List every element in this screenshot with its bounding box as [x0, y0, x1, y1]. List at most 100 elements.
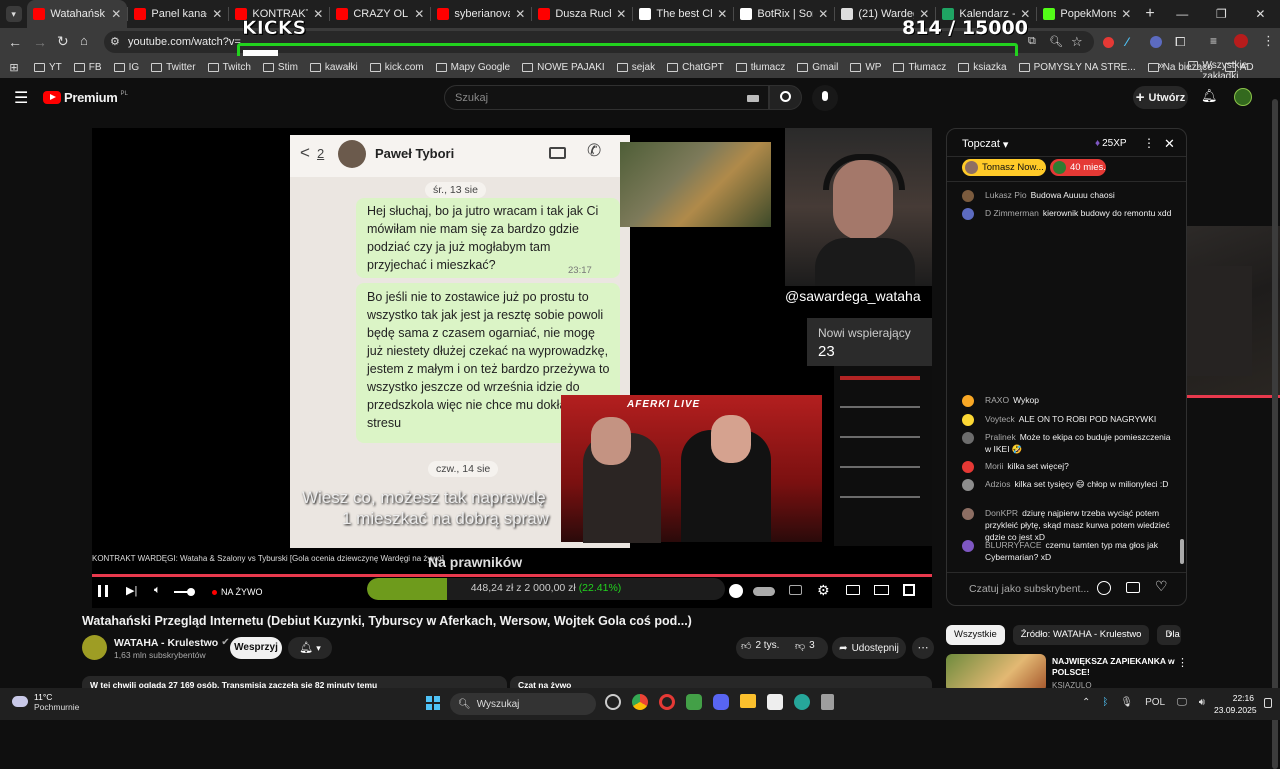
live-indicator[interactable]: NA ŻYWO [212, 587, 263, 597]
bookmark-item[interactable]: POMYSŁY NA STRE... [1013, 62, 1142, 73]
video-player[interactable]: @sawardega_wataha Nowi wspierający 23 < … [92, 128, 932, 608]
account-avatar[interactable] [1234, 88, 1252, 106]
tab-close-icon[interactable]: ✕ [616, 7, 626, 21]
url-text[interactable]: youtube.com/watch?v= [128, 36, 241, 48]
bookmark-star-icon[interactable]: ☆ [1071, 34, 1083, 50]
volume-icon[interactable]: 🔊︎ [1199, 697, 1205, 708]
like-button[interactable]: 👍︎ 2 tys. [741, 640, 779, 652]
bookmark-item[interactable]: Tłumacz [887, 62, 952, 73]
bookmark-item[interactable]: tłumacz [730, 62, 791, 73]
share-button[interactable]: ➦ Udostępnij [832, 637, 906, 659]
filter-chip[interactable]: Wszystkie [946, 625, 1005, 645]
new-tab-button[interactable]: + [1137, 5, 1162, 23]
calculator-icon[interactable] [821, 694, 834, 710]
chat-author-avatar[interactable] [962, 432, 974, 444]
super-chat-icon[interactable] [1126, 582, 1140, 593]
browser-tab[interactable]: PopekMonster✕ [1037, 0, 1137, 28]
shield-icon[interactable] [729, 584, 743, 598]
browser-tab[interactable]: Dusza Ruchac✕ [532, 0, 632, 28]
page-scrollbar[interactable] [1272, 85, 1278, 769]
chat-author-avatar[interactable] [962, 395, 974, 407]
taskbar-search[interactable]: 🔍︎ Wyszukaj [450, 693, 596, 715]
browser-tab[interactable]: Panel kanału -✕ [128, 0, 228, 28]
chat-message[interactable]: Pralinek Może to ekipa co buduje pomieszc… [985, 431, 1175, 455]
video-progress-bar[interactable] [92, 574, 932, 577]
volume-icon[interactable]: 🔈︎ [154, 584, 161, 597]
notifications-icon[interactable] [1264, 698, 1272, 708]
network-icon[interactable]: 🖵︎ [1177, 697, 1187, 708]
settings-gear-icon[interactable]: ⚙ [817, 582, 830, 599]
tab-close-icon[interactable]: ✕ [111, 7, 121, 21]
record-extension-icon[interactable] [1103, 37, 1114, 48]
bookmark-item[interactable]: Twitter [145, 62, 201, 73]
bookmarks-overflow-icon[interactable]: » [1158, 60, 1164, 72]
bookmark-item[interactable]: Gmail [791, 62, 844, 73]
tray-overflow-icon[interactable]: ⌃ [1082, 697, 1090, 708]
notifications-bell-icon[interactable]: 🔔︎ [1201, 88, 1218, 104]
youtube-logo[interactable]: Premium PL [43, 90, 128, 105]
heart-icon[interactable]: ♡ [1155, 578, 1168, 595]
install-app-icon[interactable]: ⧉ [1028, 35, 1036, 48]
bluetooth-icon[interactable]: ᛒ [1102, 697, 1108, 708]
tab-close-icon[interactable]: ✕ [717, 7, 727, 21]
clock[interactable]: 22:16 23.09.2025 [1214, 692, 1257, 716]
bookmark-item[interactable]: kick.com [364, 62, 430, 73]
tab-search-button[interactable]: ▾ [0, 0, 27, 28]
bookmark-item[interactable]: sejak [611, 62, 661, 73]
tab-close-icon[interactable]: ✕ [414, 7, 424, 21]
bookmark-item[interactable]: IG [108, 62, 146, 73]
subscribe-bell-button[interactable]: 🔔︎ ▾ [288, 637, 332, 659]
chrome-icon[interactable] [632, 694, 648, 710]
browser-tab[interactable]: Watahańsk ✕ [27, 0, 128, 28]
chips-next-icon[interactable]: › [1168, 627, 1172, 641]
minimize-button[interactable]: — [1163, 7, 1202, 21]
emoji-icon[interactable] [1097, 581, 1111, 595]
chat-input[interactable]: Czatuj jako subskrybent... [969, 583, 1089, 595]
menu-hamburger-icon[interactable]: ☰ [14, 88, 28, 108]
capcut-icon[interactable] [767, 694, 783, 710]
reload-button[interactable]: ↻ [57, 33, 69, 50]
maximize-button[interactable]: ❐ [1202, 7, 1241, 21]
chat-message[interactable]: Morii kilka set więcej? [985, 460, 1175, 472]
chat-message[interactable]: BLURRYFACE czemu tamten typ ma głos jak C… [985, 539, 1175, 563]
microphone-icon[interactable]: 🎙︎ [1120, 697, 1133, 708]
chat-author-avatar[interactable] [962, 461, 974, 473]
fullscreen-icon[interactable] [903, 584, 915, 596]
bookmark-item[interactable]: Stim [257, 62, 304, 73]
shield-app-icon[interactable] [686, 694, 702, 710]
pause-button[interactable] [98, 585, 108, 597]
browser-tab[interactable]: CRAZY OLIWK✕ [330, 0, 430, 28]
extension-icon-2[interactable] [1150, 36, 1162, 48]
back-button[interactable]: ← [8, 34, 22, 50]
chat-message[interactable]: Adzios kilka set tysięcy 😄 chłop w milion… [985, 478, 1175, 490]
more-actions-button[interactable]: ⋯ [912, 637, 934, 659]
chat-author-avatar[interactable] [962, 190, 974, 202]
obs-icon[interactable] [605, 694, 621, 710]
chat-author-avatar[interactable] [962, 540, 974, 552]
volume-slider[interactable] [174, 588, 195, 596]
opera-icon[interactable] [659, 694, 675, 710]
channel-avatar[interactable] [82, 635, 107, 660]
extensions-puzzle-icon[interactable]: ⧠ [1175, 34, 1185, 50]
chat-message[interactable]: Voyteck ALE ON TO ROBI POD NAGRYWKI [985, 413, 1175, 425]
subtitles-icon[interactable] [789, 585, 802, 595]
bookmark-item[interactable]: WP [844, 62, 887, 73]
support-button[interactable]: Wesprzyj [230, 637, 282, 659]
chat-author-avatar[interactable] [962, 414, 974, 426]
search-button[interactable] [769, 85, 802, 110]
browser-tab[interactable]: BotRix | Sorted✕ [734, 0, 834, 28]
tab-close-icon[interactable]: ✕ [313, 7, 323, 21]
autoplay-toggle[interactable] [753, 587, 775, 596]
tab-close-icon[interactable]: ✕ [1121, 7, 1131, 21]
globe-icon[interactable] [794, 694, 810, 710]
site-info-icon[interactable]: ⚙ [110, 35, 120, 48]
tab-close-icon[interactable]: ✕ [515, 7, 525, 21]
channel-name[interactable]: WATAHA - Krulestwo ✔ [114, 637, 230, 649]
windows-start-button[interactable] [426, 696, 440, 710]
chat-author-avatar[interactable] [962, 479, 974, 491]
keyboard-icon[interactable] [747, 95, 759, 102]
bookmark-item[interactable]: ChatGPT [661, 62, 730, 73]
bookmark-item[interactable]: NOWE PAJAKI [516, 62, 611, 73]
chat-message[interactable]: D Zimmerman kierownik budowy do remontu x… [985, 207, 1175, 219]
extension-icon[interactable]: ⁄ [1126, 35, 1128, 49]
